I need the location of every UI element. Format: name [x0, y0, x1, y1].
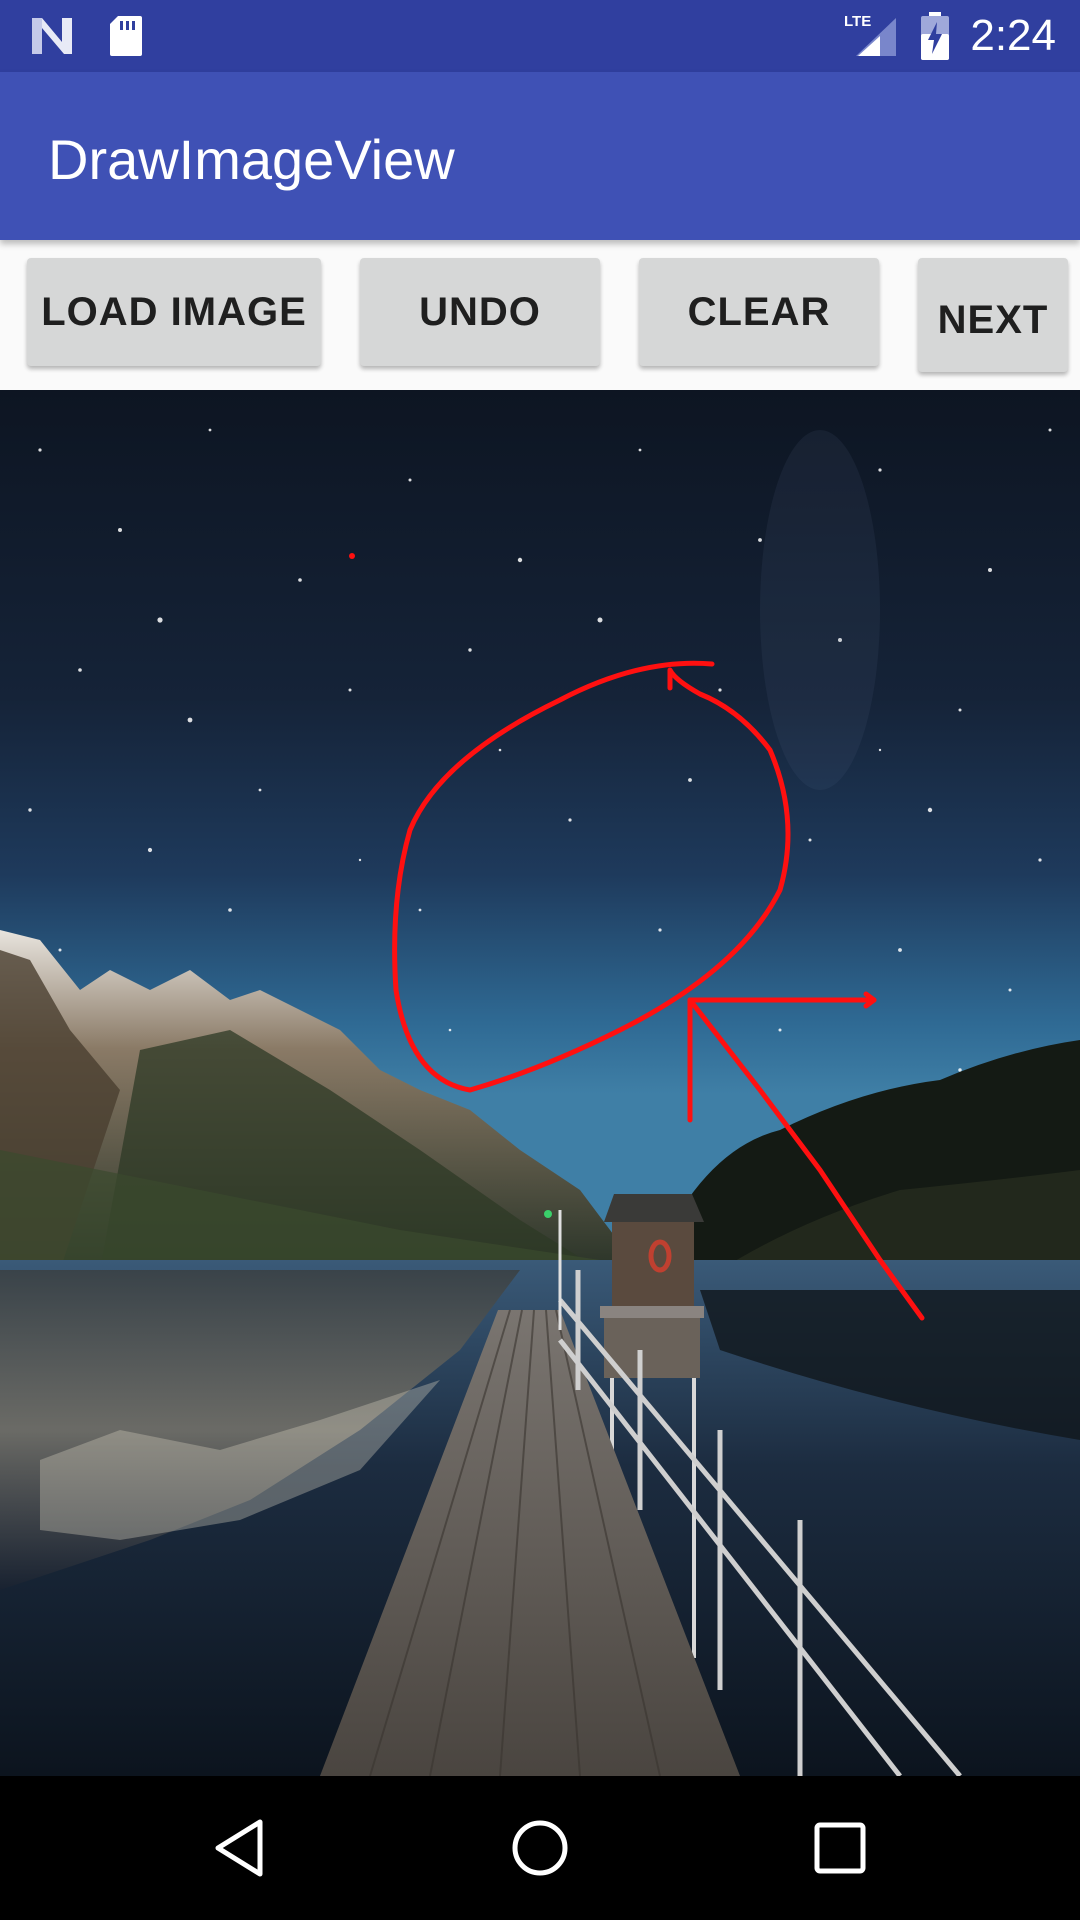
clock: 2:24: [970, 11, 1056, 60]
canvas-image: [0, 390, 1080, 1776]
sd-card-icon: [110, 16, 142, 56]
button-row: LOAD IMAGE UNDO CLEAR NEXT: [0, 240, 1080, 390]
next-button[interactable]: NEXT: [918, 258, 1068, 372]
back-icon[interactable]: [204, 1812, 276, 1884]
drawing-canvas[interactable]: [0, 390, 1080, 1776]
app-title: DrawImageView: [48, 128, 455, 191]
recents-icon[interactable]: [804, 1812, 876, 1884]
load-image-button[interactable]: LOAD IMAGE: [27, 258, 321, 366]
svg-text:LTE: LTE: [844, 13, 871, 30]
n-notification-icon: [32, 18, 72, 54]
battery-charging-icon: [921, 12, 949, 60]
home-icon[interactable]: [504, 1812, 576, 1884]
navigation-bar: [0, 1776, 1080, 1920]
lte-signal-icon: LTE: [844, 13, 896, 56]
status-bar: LTE 2:24: [0, 0, 1080, 72]
clear-button[interactable]: CLEAR: [639, 258, 879, 366]
app-bar: DrawImageView: [0, 72, 1080, 240]
undo-button[interactable]: UNDO: [360, 258, 600, 366]
